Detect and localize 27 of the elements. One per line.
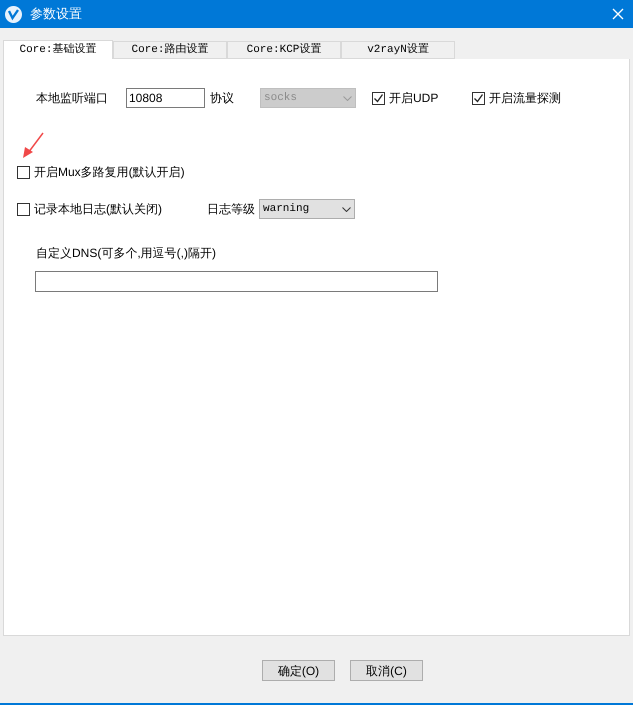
app-logo-icon [5, 6, 22, 22]
tab[interactable]: v2rayN设置 [341, 41, 455, 59]
port-field[interactable]: 10808 [126, 88, 205, 108]
protocol-label: 协议 [210, 90, 235, 107]
udp-label: 开启UDP [389, 90, 438, 107]
caret-icon [342, 206, 351, 212]
caret-icon [343, 96, 352, 100]
checkbox[interactable] [472, 92, 485, 104]
dns-field[interactable] [35, 271, 438, 292]
dialog-button[interactable]: 确定(O) [262, 660, 335, 681]
close-icon[interactable] [612, 8, 624, 20]
checkbox[interactable] [372, 92, 385, 104]
tab[interactable]: Core:基础设置 [3, 40, 113, 60]
tab[interactable]: Core:路由设置 [113, 41, 227, 59]
port-label: 本地监听端口 [36, 90, 109, 107]
checkbox[interactable] [17, 202, 30, 216]
dns-label: 自定义DNS(可多个,用逗号(,)隔开) [36, 246, 216, 260]
log-level-label: 日志等级 [207, 201, 256, 218]
window-title: 参数设置 [30, 5, 83, 24]
sniffing-label: 开启流量探测 [489, 90, 561, 107]
annotation-arrow-icon [22, 132, 44, 159]
tab[interactable]: Core:KCP设置 [227, 41, 341, 59]
log-label: 记录本地日志(默认关闭) [34, 201, 162, 218]
mux-label: 开启Mux多路复用(默认开启) [34, 164, 185, 181]
log-level-dropdown[interactable]: warning [259, 199, 355, 219]
checkbox[interactable] [17, 166, 30, 178]
dialog-button[interactable]: 取消(C) [350, 660, 423, 681]
